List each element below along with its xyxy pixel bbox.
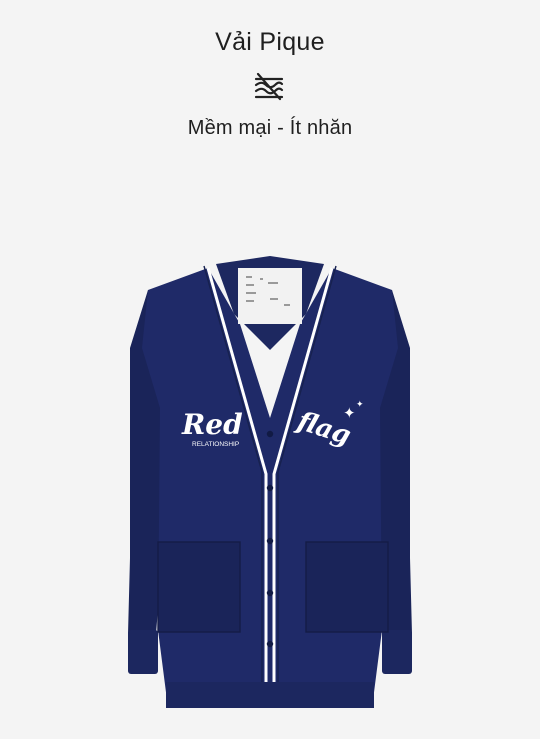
left-cuff — [128, 630, 158, 674]
navy-cardigan-image: Red RELATIONSHIP flag ✦ ✦ — [128, 256, 412, 708]
feature-title: Vải Pique — [215, 28, 325, 56]
print-red: Red — [181, 408, 243, 441]
feature-subtitle: Mềm mại - Ít nhăn — [187, 117, 353, 139]
print-relationship: RELATIONSHIP — [192, 441, 239, 448]
no-wrinkle-icon — [254, 72, 284, 101]
left-pocket — [157, 541, 241, 633]
right-cuff — [382, 630, 412, 674]
svg-text:✦: ✦ — [356, 400, 364, 410]
bottom-hem — [166, 682, 374, 708]
right-pocket — [305, 541, 389, 633]
sparkle-icon: ✦ — [343, 404, 356, 422]
